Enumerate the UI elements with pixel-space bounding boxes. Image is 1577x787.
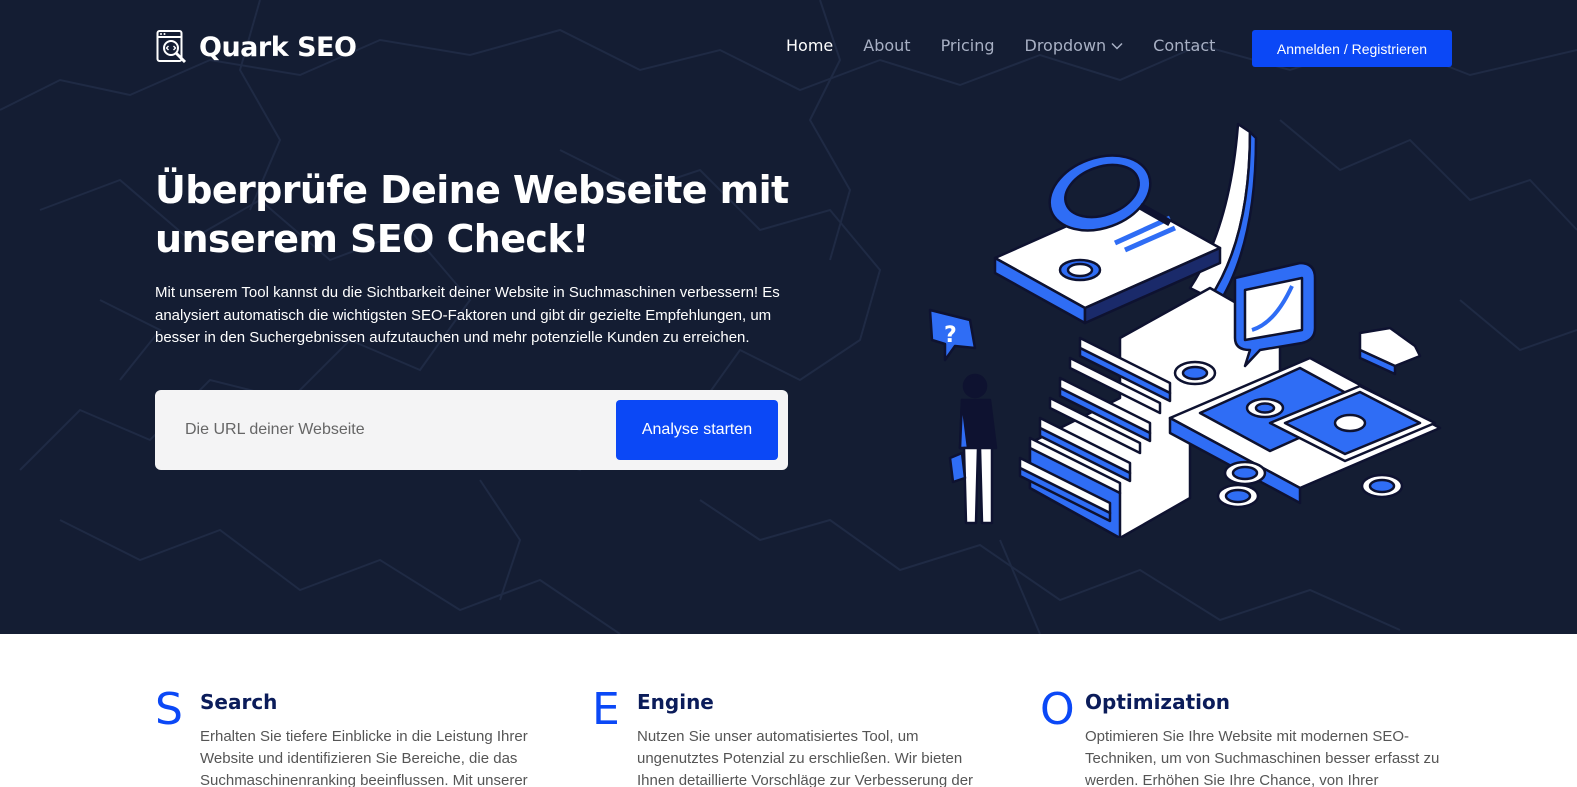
- url-search-form: Analyse starten: [155, 390, 788, 470]
- nav-item-about[interactable]: About: [863, 36, 910, 55]
- nav-item-label: Dropdown: [1024, 36, 1107, 55]
- hero-description: Mit unserem Tool kannst du die Sichtbark…: [155, 284, 780, 346]
- feature-text: Optimieren Sie Ihre Website mit modernen…: [1085, 728, 1440, 787]
- feature-title: Optimization: [1085, 690, 1230, 714]
- feature-text: Erhalten Sie tiefere Einblicke in die Le…: [200, 728, 528, 787]
- nav-item-dropdown[interactable]: Dropdown: [1025, 36, 1124, 55]
- brand-logo[interactable]: Quark SEO: [156, 28, 357, 66]
- nav-item-label: Pricing: [940, 36, 995, 55]
- isometric-seo-illustration: ?: [928, 122, 1442, 538]
- nav-item-pricing[interactable]: Pricing: [941, 36, 995, 55]
- feature-letter: S: [155, 684, 183, 735]
- nav-item-label: Contact: [1153, 36, 1216, 55]
- nav-item-label: About: [863, 36, 911, 55]
- url-input[interactable]: [169, 400, 609, 460]
- svg-text:?: ?: [944, 323, 957, 348]
- page-title: Überprüfe Deine Webseite mit unserem SEO…: [155, 168, 789, 261]
- seo-code-magnifier-icon: [156, 30, 187, 64]
- main-nav: Home About Pricing Dropdown Contact: [786, 36, 1245, 55]
- login-register-button[interactable]: Anmelden / Registrieren: [1252, 30, 1452, 67]
- brand-name: Quark SEO: [199, 31, 357, 63]
- nav-item-label: Home: [786, 36, 834, 55]
- nav-item-contact[interactable]: Contact: [1153, 36, 1215, 55]
- start-analysis-button[interactable]: Analyse starten: [616, 400, 778, 460]
- feature-title: Search: [200, 690, 278, 714]
- nav-item-home[interactable]: Home: [786, 36, 833, 55]
- feature-letter: E: [592, 684, 620, 735]
- feature-letter: O: [1040, 684, 1075, 735]
- feature-text: Nutzen Sie unser automatisiertes Tool, u…: [637, 728, 974, 787]
- hero-section: Quark SEO Home About Pricing Dropdown Co…: [0, 0, 1577, 634]
- feature-title: Engine: [637, 690, 714, 714]
- chevron-down-icon: [1111, 42, 1123, 50]
